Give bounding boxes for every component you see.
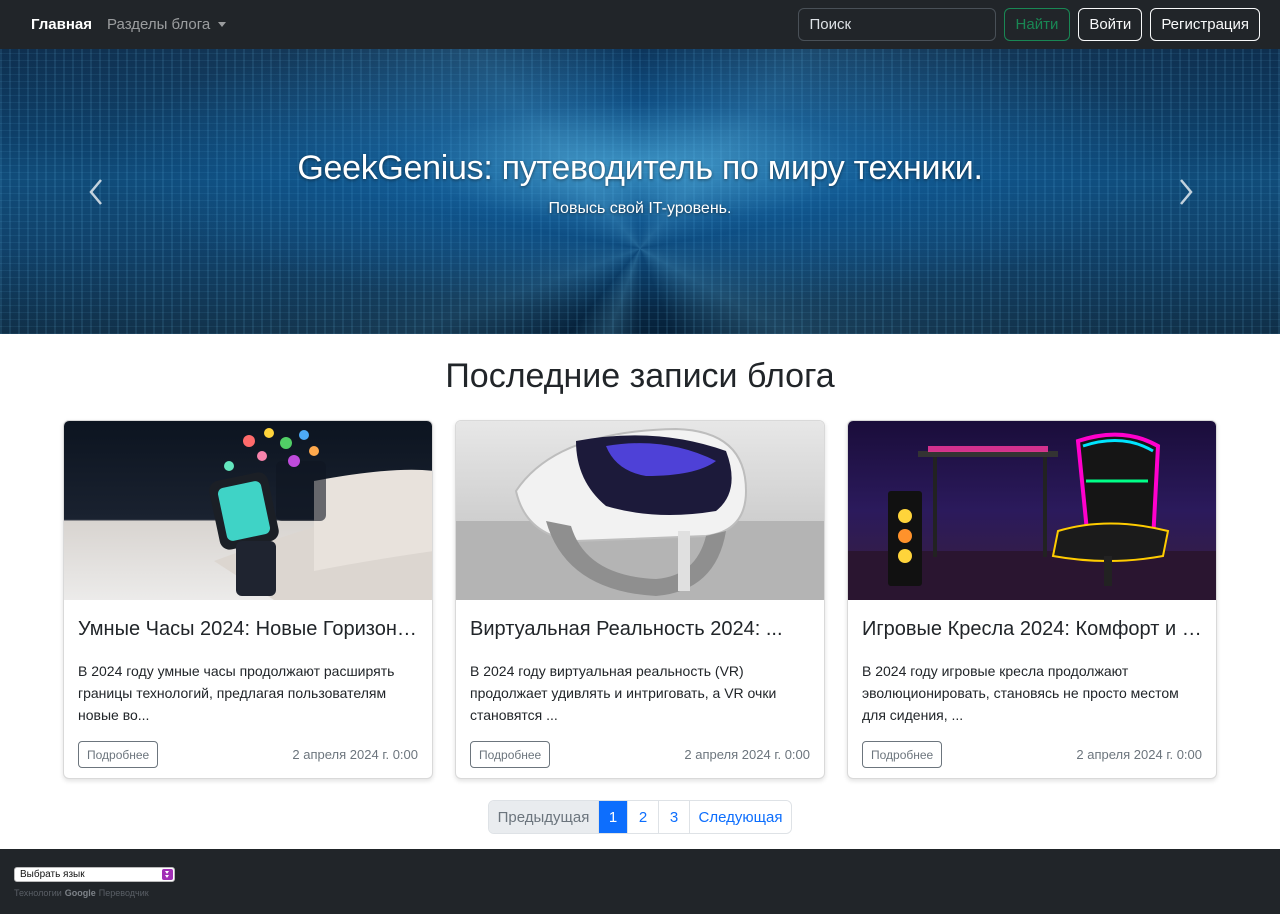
login-button[interactable]: Войти — [1078, 8, 1143, 41]
language-select[interactable]: Выбрать язык — [14, 867, 175, 882]
pagination-next[interactable]: Следующая — [690, 801, 791, 833]
navbar: Главная Разделы блога Найти Войти Регист… — [0, 0, 1280, 49]
card-text: В 2024 году умные часы продолжают расшир… — [78, 663, 395, 723]
card-image-vr-headset — [456, 421, 824, 600]
card-image-gaming-chair — [848, 421, 1216, 600]
read-more-button[interactable]: Подробнее — [78, 741, 159, 768]
pagination-page-1[interactable]: 1 — [599, 801, 628, 833]
search-button[interactable]: Найти — [1003, 8, 1071, 41]
card-footer: Подробнее 2 апреля 2024 г. 0:00 — [862, 741, 1202, 768]
card-title: Виртуальная Реальность 2024: ... — [470, 618, 783, 640]
card-title: Умные Часы 2024: Новые Горизонты — [78, 618, 418, 640]
card-date: 2 апреля 2024 г. 0:00 — [292, 747, 418, 762]
read-more-button[interactable]: Подробнее — [470, 741, 551, 768]
card-body: Виртуальная Реальность 2024: ... В 2024 … — [456, 600, 824, 726]
blog-card: Виртуальная Реальность 2024: ... В 2024 … — [455, 420, 825, 779]
search-input[interactable] — [797, 8, 996, 41]
powered-prefix: Технологии — [14, 888, 62, 898]
card-title: Игровые Кресла 2024: Комфорт и стиль — [862, 618, 1202, 640]
card-body: Умные Часы 2024: Новые Горизонты В 2024 … — [64, 600, 432, 726]
blog-card: Умные Часы 2024: Новые Горизонты В 2024 … — [63, 420, 433, 779]
carousel-prev-button[interactable] — [86, 177, 106, 207]
read-more-button[interactable]: Подробнее — [862, 741, 943, 768]
hero-background-image — [0, 49, 1280, 334]
hero-title: GeekGenius: путеводитель по миру техники… — [297, 149, 983, 187]
card-date: 2 апреля 2024 г. 0:00 — [684, 747, 810, 762]
card-footer: Подробнее 2 апреля 2024 г. 0:00 — [78, 741, 418, 768]
nav-sections-dropdown[interactable]: Разделы блога — [107, 16, 227, 33]
card-text: В 2024 году виртуальная реальность (VR) … — [470, 663, 777, 723]
language-select-label: Выбрать язык — [20, 869, 85, 880]
pagination-page-2[interactable]: 2 — [628, 801, 659, 833]
hero-carousel: GeekGenius: путеводитель по миру техники… — [0, 49, 1280, 334]
card-text: В 2024 году игровые кресла продолжают эв… — [862, 663, 1179, 723]
blog-card: Игровые Кресла 2024: Комфорт и стиль В 2… — [847, 420, 1217, 779]
chevron-left-icon — [89, 179, 102, 205]
section-title: Последние записи блога — [445, 357, 835, 395]
select-arrows-icon — [162, 869, 173, 880]
chevron-down-icon — [218, 22, 227, 27]
nav-home-link[interactable]: Главная — [31, 16, 92, 33]
pagination: Предыдущая 1 2 3 Следующая — [488, 800, 792, 834]
google-translate-attribution: Технологии Google Переводчик — [14, 888, 149, 898]
pagination-prev[interactable]: Предыдущая — [489, 801, 599, 833]
register-button[interactable]: Регистрация — [1150, 8, 1260, 41]
card-body: Игровые Кресла 2024: Комфорт и стиль В 2… — [848, 600, 1216, 726]
footer: Выбрать язык Технологии Google Переводчи… — [0, 849, 1280, 914]
chevron-right-icon — [1180, 179, 1193, 205]
card-date: 2 апреля 2024 г. 0:00 — [1076, 747, 1202, 762]
google-logo[interactable]: Google — [65, 888, 96, 898]
card-footer: Подробнее 2 апреля 2024 г. 0:00 — [470, 741, 810, 768]
nav-sections-label: Разделы блога — [107, 16, 211, 33]
pagination-page-3[interactable]: 3 — [659, 801, 690, 833]
card-image-smartwatch — [64, 421, 432, 600]
hero-subtitle: Повысь свой IT-уровень. — [548, 200, 732, 217]
carousel-next-button[interactable] — [1176, 177, 1196, 207]
search-form: Найти Войти Регистрация — [797, 8, 1260, 41]
powered-suffix: Переводчик — [98, 888, 149, 898]
